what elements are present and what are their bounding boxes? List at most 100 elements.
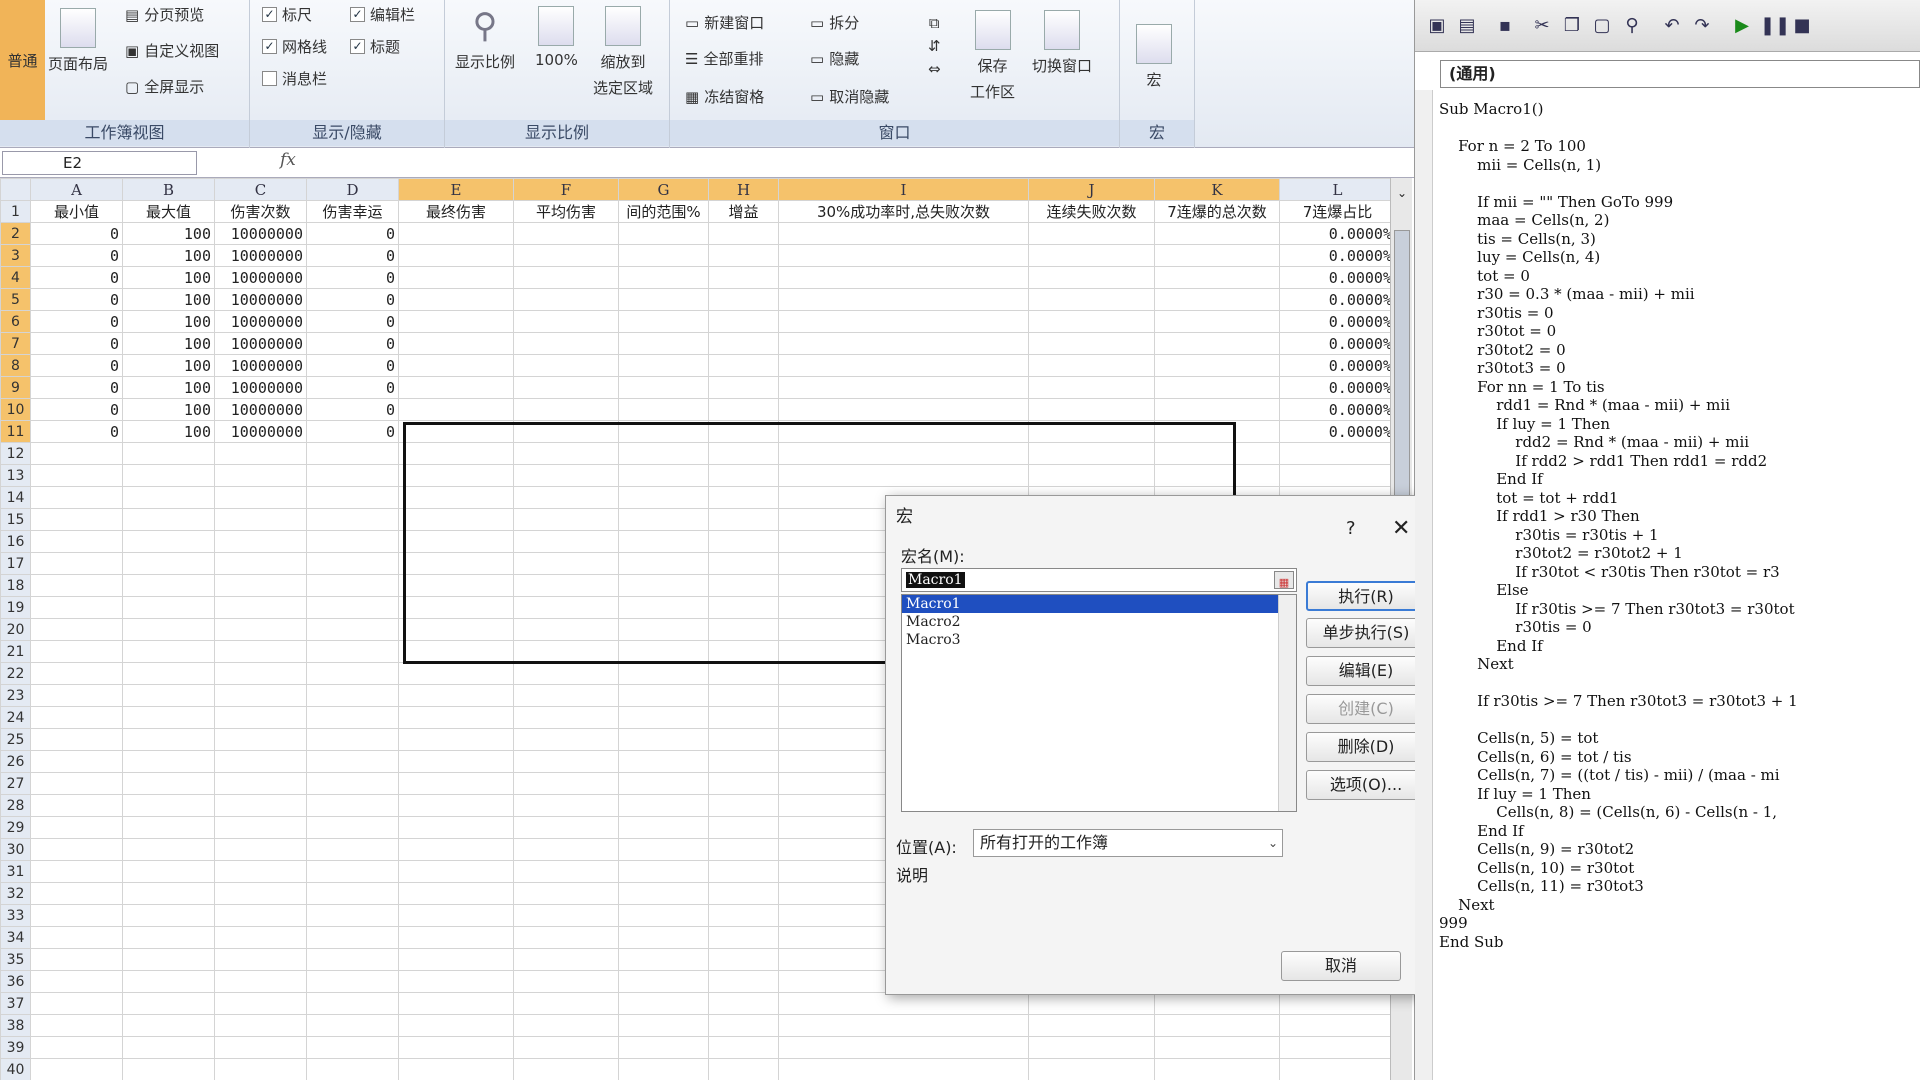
cell[interactable]: 0 — [306, 222, 399, 245]
row-header[interactable]: 28 — [0, 794, 31, 817]
cell[interactable] — [513, 750, 619, 773]
cell[interactable] — [1154, 310, 1280, 333]
cell[interactable] — [1154, 1058, 1280, 1080]
cell[interactable] — [30, 948, 123, 971]
cell[interactable]: 100 — [122, 310, 215, 333]
cell[interactable] — [618, 860, 709, 883]
cell[interactable] — [513, 706, 619, 729]
cell[interactable] — [122, 750, 215, 773]
location-select[interactable]: 所有打开的工作簿 ⌄ — [973, 829, 1283, 857]
cell[interactable] — [708, 794, 779, 817]
cut-icon[interactable]: ✂ — [1530, 14, 1554, 38]
column-header[interactable]: B — [122, 178, 215, 201]
cell[interactable] — [30, 970, 123, 993]
cell[interactable] — [214, 970, 307, 993]
cell[interactable] — [398, 860, 514, 883]
cell[interactable]: 0.0000% — [1279, 376, 1396, 399]
cell[interactable]: 100 — [122, 266, 215, 289]
cell[interactable]: 100 — [122, 244, 215, 267]
cell[interactable] — [30, 750, 123, 773]
cell[interactable] — [513, 288, 619, 311]
cell[interactable] — [214, 882, 307, 905]
cell[interactable] — [778, 398, 1029, 421]
cell[interactable] — [618, 508, 709, 531]
cell[interactable] — [618, 464, 709, 487]
cell[interactable] — [306, 882, 399, 905]
cell[interactable] — [618, 750, 709, 773]
row-header[interactable]: 4 — [0, 266, 31, 289]
row-header[interactable]: 30 — [0, 838, 31, 861]
row-header[interactable]: 2 — [0, 222, 31, 245]
cell[interactable] — [618, 442, 709, 465]
cell[interactable] — [214, 574, 307, 597]
row-header[interactable]: 1 — [0, 200, 31, 223]
row-header[interactable]: 23 — [0, 684, 31, 707]
cell[interactable] — [618, 640, 709, 663]
row-header[interactable]: 39 — [0, 1036, 31, 1059]
hide-button[interactable]: ▭ 隐藏 — [810, 48, 859, 69]
cell[interactable] — [513, 618, 619, 641]
cell[interactable] — [708, 552, 779, 575]
cell[interactable] — [214, 442, 307, 465]
cell[interactable] — [122, 530, 215, 553]
cell[interactable] — [708, 1036, 779, 1059]
cell[interactable] — [618, 684, 709, 707]
row-header[interactable]: 27 — [0, 772, 31, 795]
cell[interactable]: 0 — [30, 398, 123, 421]
cell[interactable] — [398, 1014, 514, 1037]
row-header[interactable]: 3 — [0, 244, 31, 267]
cell[interactable] — [513, 904, 619, 927]
macros-button[interactable]: 宏 — [1136, 24, 1172, 90]
cell[interactable] — [398, 926, 514, 949]
insert-module-icon[interactable]: ▤ — [1455, 14, 1479, 38]
cell[interactable]: 100 — [122, 420, 215, 443]
cell[interactable] — [1154, 244, 1280, 267]
cell[interactable] — [1154, 442, 1280, 465]
cell[interactable] — [30, 1036, 123, 1059]
cell[interactable] — [30, 530, 123, 553]
cell[interactable] — [30, 706, 123, 729]
object-combo[interactable]: (通用) — [1440, 60, 1920, 88]
cell[interactable] — [1028, 354, 1155, 377]
cell[interactable] — [708, 464, 779, 487]
cell[interactable] — [1028, 398, 1155, 421]
cell[interactable] — [306, 640, 399, 663]
macro-list-item[interactable]: Macro2 — [902, 613, 1278, 631]
cell[interactable] — [30, 552, 123, 575]
cell[interactable] — [778, 420, 1029, 443]
cell[interactable] — [618, 662, 709, 685]
cell[interactable] — [778, 332, 1029, 355]
cell[interactable] — [122, 618, 215, 641]
zoom-100-button[interactable]: 100% — [535, 6, 578, 69]
cell[interactable] — [618, 992, 709, 1015]
cell[interactable] — [1154, 1014, 1280, 1037]
cell[interactable] — [778, 244, 1029, 267]
cell[interactable] — [122, 552, 215, 575]
row-header[interactable]: 33 — [0, 904, 31, 927]
cell[interactable] — [398, 244, 514, 267]
cell[interactable] — [778, 288, 1029, 311]
cell[interactable] — [1279, 1058, 1396, 1080]
cell[interactable] — [618, 354, 709, 377]
cell[interactable] — [618, 970, 709, 993]
cell[interactable] — [214, 596, 307, 619]
cell[interactable]: 0 — [306, 354, 399, 377]
cell[interactable] — [398, 750, 514, 773]
cell[interactable] — [618, 838, 709, 861]
cell[interactable] — [513, 1014, 619, 1037]
cell[interactable] — [513, 244, 619, 267]
cell[interactable] — [708, 772, 779, 795]
cell[interactable]: 0.0000% — [1279, 244, 1396, 267]
cell[interactable] — [778, 354, 1029, 377]
cell[interactable] — [122, 508, 215, 531]
row-header[interactable]: 26 — [0, 750, 31, 773]
cell[interactable] — [778, 464, 1029, 487]
cell[interactable] — [1028, 266, 1155, 289]
cell[interactable] — [708, 948, 779, 971]
cell[interactable] — [618, 398, 709, 421]
cell[interactable]: 0 — [306, 310, 399, 333]
cell[interactable]: 间的范围% — [618, 200, 709, 223]
cell[interactable] — [778, 1014, 1029, 1037]
cell[interactable] — [214, 618, 307, 641]
cell[interactable] — [398, 904, 514, 927]
